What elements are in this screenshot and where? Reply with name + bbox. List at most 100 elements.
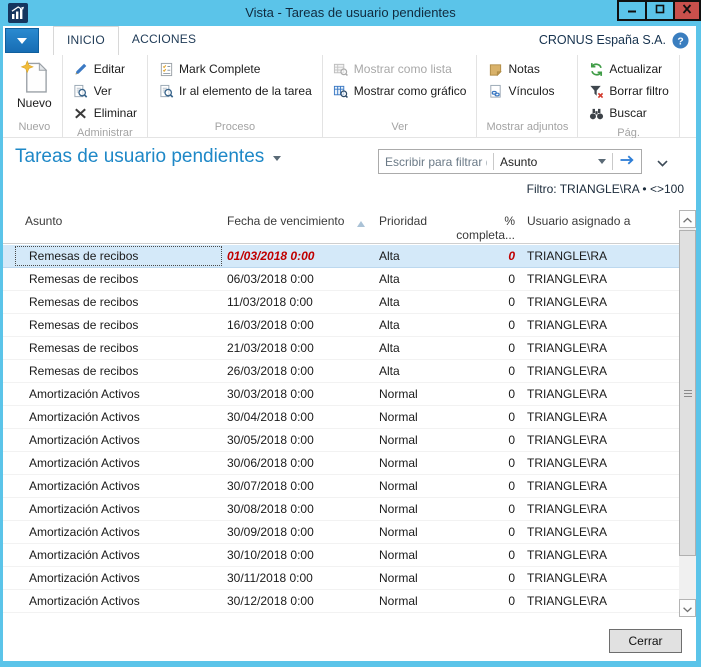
cell-user[interactable]: TRIANGLE\RA [517, 406, 679, 428]
column-header-asunto[interactable]: Asunto [3, 210, 225, 243]
cell-priority[interactable]: Normal [373, 452, 443, 474]
column-header-fecha[interactable]: Fecha de vencimiento [225, 210, 373, 243]
cell-due[interactable]: 30/07/2018 0:00 [225, 475, 373, 497]
ribbon-button-ir-al-elemento-de-la-tarea[interactable]: Ir al elemento de la tarea [155, 80, 315, 102]
cell-priority[interactable]: Normal [373, 521, 443, 543]
cell-user[interactable]: TRIANGLE\RA [517, 383, 679, 405]
cell-due[interactable]: 30/05/2018 0:00 [225, 429, 373, 451]
cell-due[interactable]: 06/03/2018 0:00 [225, 268, 373, 290]
cell-user[interactable]: TRIANGLE\RA [517, 360, 679, 382]
cell-due[interactable]: 30/08/2018 0:00 [225, 498, 373, 520]
cell-user[interactable]: TRIANGLE\RA [517, 337, 679, 359]
cell-priority[interactable]: Alta [373, 360, 443, 382]
filter-input[interactable] [379, 154, 493, 169]
table-row[interactable]: Remesas de recibos 26/03/2018 0:00 Alta 0 TR… [3, 360, 679, 383]
cell-user[interactable]: TRIANGLE\RA [517, 245, 679, 267]
cell-priority[interactable]: Normal [373, 544, 443, 566]
cell-priority[interactable]: Normal [373, 590, 443, 612]
ribbon-button-mostrar-como-gr-fico[interactable]: Mostrar como gráfico [330, 80, 470, 102]
scrollbar-thumb[interactable] [679, 230, 696, 556]
minimize-button[interactable] [617, 0, 647, 21]
cell-priority[interactable]: Alta [373, 245, 443, 267]
cell-due[interactable]: 30/04/2018 0:00 [225, 406, 373, 428]
table-row[interactable]: Remesas de recibos 21/03/2018 0:00 Alta 0 TR… [3, 337, 679, 360]
ribbon-button-notas[interactable]: Notas [484, 58, 570, 80]
cell-subject[interactable]: Remesas de recibos [3, 291, 225, 313]
tab-inicio[interactable]: INICIO [53, 26, 119, 55]
cell-pct[interactable]: 0 [443, 291, 517, 313]
close-window-button[interactable] [673, 0, 701, 21]
cell-user[interactable]: TRIANGLE\RA [517, 475, 679, 497]
cell-subject[interactable]: Remesas de recibos [3, 268, 225, 290]
ribbon-button-actualizar[interactable]: Actualizar [585, 58, 671, 80]
cell-subject[interactable]: Amortización Activos [3, 544, 225, 566]
cell-due[interactable]: 26/03/2018 0:00 [225, 360, 373, 382]
cell-priority[interactable]: Alta [373, 291, 443, 313]
cell-subject[interactable]: Amortización Activos [3, 429, 225, 451]
table-row[interactable]: Amortización Activos 30/03/2018 0:00 Norma… [3, 383, 679, 406]
cell-pct[interactable]: 0 [443, 498, 517, 520]
cell-subject[interactable]: Amortización Activos [3, 452, 225, 474]
filter-column-select[interactable]: Asunto [494, 150, 612, 173]
cell-priority[interactable]: Alta [373, 268, 443, 290]
cell-priority[interactable]: Alta [373, 337, 443, 359]
cell-priority[interactable]: Normal [373, 567, 443, 589]
cell-subject[interactable]: Amortización Activos [3, 475, 225, 497]
cell-due[interactable]: 30/03/2018 0:00 [225, 383, 373, 405]
column-header-pct-completado[interactable]: % completa... [443, 210, 517, 243]
cell-pct[interactable]: 0 [443, 590, 517, 612]
cell-user[interactable]: TRIANGLE\RA [517, 314, 679, 336]
collapse-pane-button[interactable] [654, 156, 670, 168]
table-row[interactable]: Amortización Activos 30/06/2018 0:00 Norma… [3, 452, 679, 475]
table-row[interactable]: Amortización Activos 30/12/2018 0:00 Norma… [3, 590, 679, 613]
cell-subject[interactable]: Amortización Activos [3, 498, 225, 520]
maximize-button[interactable] [645, 0, 675, 21]
vertical-scrollbar[interactable] [679, 210, 696, 617]
table-row[interactable]: Amortización Activos 30/07/2018 0:00 Norma… [3, 475, 679, 498]
cell-user[interactable]: TRIANGLE\RA [517, 268, 679, 290]
cell-pct[interactable]: 0 [443, 429, 517, 451]
cell-subject[interactable]: Amortización Activos [3, 521, 225, 543]
cell-user[interactable]: TRIANGLE\RA [517, 498, 679, 520]
cell-priority[interactable]: Normal [373, 429, 443, 451]
cell-pct[interactable]: 0 [443, 268, 517, 290]
cell-due[interactable]: 16/03/2018 0:00 [225, 314, 373, 336]
cell-priority[interactable]: Normal [373, 475, 443, 497]
cell-due[interactable]: 30/09/2018 0:00 [225, 521, 373, 543]
cell-user[interactable]: TRIANGLE\RA [517, 590, 679, 612]
cell-user[interactable]: TRIANGLE\RA [517, 429, 679, 451]
cell-subject[interactable]: Amortización Activos [3, 567, 225, 589]
table-row[interactable]: Amortización Activos 30/05/2018 0:00 Norma… [3, 429, 679, 452]
cell-pct[interactable]: 0 [443, 567, 517, 589]
ribbon-button-mark-complete[interactable]: Mark Complete [155, 58, 315, 80]
table-row[interactable]: Amortización Activos 30/10/2018 0:00 Norma… [3, 544, 679, 567]
table-row[interactable]: Remesas de recibos 01/03/2018 0:00 Alta 0 TR… [3, 245, 679, 268]
cell-user[interactable]: TRIANGLE\RA [517, 452, 679, 474]
cell-due[interactable]: 11/03/2018 0:00 [225, 291, 373, 313]
apply-filter-button[interactable] [613, 150, 641, 173]
table-row[interactable]: Amortización Activos 30/04/2018 0:00 Norma… [3, 406, 679, 429]
table-row[interactable]: Amortización Activos 30/11/2018 0:00 Norma… [3, 567, 679, 590]
cell-due[interactable]: 30/10/2018 0:00 [225, 544, 373, 566]
table-row[interactable]: Remesas de recibos 06/03/2018 0:00 Alta 0 TR… [3, 268, 679, 291]
ribbon-button-nuevo[interactable]: Nuevo [14, 58, 55, 110]
cell-pct[interactable]: 0 [443, 360, 517, 382]
cell-priority[interactable]: Normal [373, 406, 443, 428]
cell-pct[interactable]: 0 [443, 337, 517, 359]
cell-pct[interactable]: 0 [443, 475, 517, 497]
cell-due[interactable]: 01/03/2018 0:00 [225, 245, 373, 267]
cell-subject[interactable]: Remesas de recibos [3, 337, 225, 359]
cell-priority[interactable]: Alta [373, 314, 443, 336]
column-header-prioridad[interactable]: Prioridad [373, 210, 443, 243]
cell-due[interactable]: 30/12/2018 0:00 [225, 590, 373, 612]
cell-priority[interactable]: Normal [373, 383, 443, 405]
cell-due[interactable]: 30/06/2018 0:00 [225, 452, 373, 474]
chevron-down-icon[interactable] [273, 156, 282, 161]
cell-pct[interactable]: 0 [443, 452, 517, 474]
table-row[interactable]: Amortización Activos 30/08/2018 0:00 Norma… [3, 498, 679, 521]
ribbon-button-editar[interactable]: Editar [70, 58, 140, 80]
cell-pct[interactable]: 0 [443, 314, 517, 336]
cell-pct[interactable]: 0 [443, 521, 517, 543]
cell-subject[interactable]: Amortización Activos [3, 406, 225, 428]
cell-due[interactable]: 21/03/2018 0:00 [225, 337, 373, 359]
